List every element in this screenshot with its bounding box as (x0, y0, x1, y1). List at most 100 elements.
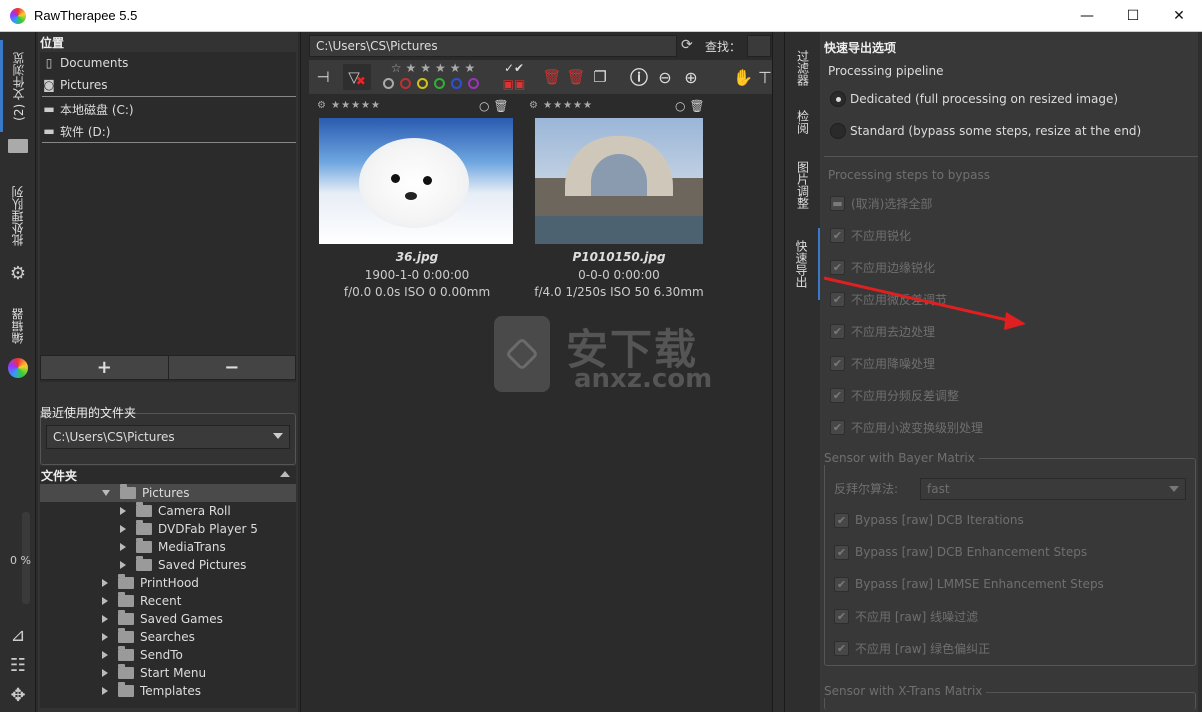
send-to-editor-icon[interactable]: ⊿ (6, 624, 30, 646)
bayer-checkbox[interactable]: ✔ 不应用 [raw] 绿色偏纠正 (834, 638, 990, 658)
tab-file-browser[interactable]: (2) 文件浏览 (0, 40, 34, 132)
bypass-label: Processing steps to bypass (828, 168, 990, 182)
toggle-panel-icon[interactable]: ⊣ (311, 64, 335, 90)
crop-icon[interactable]: ⊤ (757, 64, 773, 90)
folder-icon (136, 556, 152, 571)
bayer-checkbox[interactable]: ✔ Bypass [raw] DCB Iterations (834, 510, 1024, 530)
folders-header[interactable]: 文件夹 (40, 466, 296, 484)
tree-item[interactable]: Start Menu (40, 664, 296, 682)
places-item-drive-c[interactable]: ▬ 本地磁盘 (C:) (42, 98, 133, 120)
tree-item-pictures[interactable]: Pictures (40, 484, 296, 502)
tab-batch-queue[interactable]: 批处理队列 (0, 172, 34, 260)
places-add-remove-bar: + − (40, 355, 296, 380)
pipeline-option-standard[interactable]: Standard (bypass some steps, resize at t… (830, 121, 1141, 141)
color-label-green-icon[interactable] (434, 78, 445, 89)
color-label-yellow-icon[interactable] (417, 78, 428, 89)
bayer-checkbox[interactable]: ✔ 不应用 [raw] 线噪过滤 (834, 606, 978, 626)
bypass-checkbox[interactable]: ✔ 不应用小波变换级别处理 (830, 417, 983, 437)
bypass-checkbox[interactable]: ✔ 不应用降噪处理 (830, 353, 935, 373)
maximize-button[interactable]: ☐ (1110, 0, 1156, 32)
hand-icon[interactable]: ✋ (731, 64, 755, 90)
tab-editor[interactable]: 编辑器 (0, 296, 34, 356)
tree-item[interactable]: SendTo (40, 646, 296, 664)
rank-stars-icon[interactable]: ⚙ ★★★★★ (317, 100, 381, 111)
tab-filter-label: 过滤器 (795, 50, 810, 86)
expander-icon (102, 579, 108, 587)
exported-filter-icon[interactable]: ▣▣ (497, 76, 531, 92)
expander-icon (120, 543, 126, 551)
tab-image-adjust[interactable]: 图片调整 (785, 150, 821, 220)
unrank-icon[interactable]: ○ (479, 99, 489, 113)
sliders-icon[interactable]: ☷ (6, 654, 30, 676)
places-item-pictures[interactable]: ◙ Pictures (42, 74, 107, 96)
recent-folders-select[interactable]: C:\Users\CS\Pictures (46, 425, 290, 449)
color-label-purple-icon[interactable] (468, 78, 479, 89)
rank-stars-icon[interactable]: ⚙ ★★★★★ (529, 100, 593, 111)
tree-item-label: Pictures (142, 486, 190, 500)
unrank-icon[interactable]: ○ (675, 99, 685, 113)
filter-clear-icon[interactable]: ▽ ✖ (343, 64, 371, 90)
copy-icon[interactable]: ❐ (589, 64, 611, 90)
demosaic-select[interactable]: fast (920, 478, 1186, 500)
tree-item[interactable]: DVDFab Player 5 (40, 520, 296, 538)
trash-remove-icon[interactable]: 🗑 (565, 64, 587, 90)
places-item-documents[interactable]: ▯ Documents (42, 52, 129, 74)
tree-item-label: Recent (140, 594, 182, 608)
minimize-button[interactable]: — (1064, 0, 1110, 32)
tree-item[interactable]: MediaTrans (40, 538, 296, 556)
thumbnail-item[interactable]: ⚙ ★★★★★ ○ 🗑 36.jpg 1900-1-0 0:00:00 f/0.… (317, 99, 517, 300)
folder-tree: Pictures Camera Roll DVDFab Player 5 Med… (40, 484, 296, 708)
rank-filter-stars-icon[interactable]: ☆★★★★★ (379, 60, 491, 76)
tree-item[interactable]: Camera Roll (40, 502, 296, 520)
remove-place-button[interactable]: − (167, 356, 296, 379)
edited-filter-icon[interactable]: ✓✔ (497, 60, 531, 76)
tree-item[interactable]: PrintHood (40, 574, 296, 592)
tab-quick-export-label: 快速导出 (794, 240, 808, 288)
zoom-out-icon[interactable]: ⊖ (653, 64, 677, 90)
radio-icon (830, 123, 846, 139)
watermark-bag-icon (494, 316, 550, 392)
tree-item[interactable]: Saved Pictures (40, 556, 296, 574)
move-icon[interactable]: ✥ (6, 684, 30, 706)
color-label-none-icon[interactable] (383, 78, 394, 89)
thumbnail-image (319, 118, 513, 244)
tab-inspect-label: 检阅 (795, 110, 810, 134)
places-item-label: 软件 (D:) (60, 124, 111, 139)
zoom-in-icon[interactable]: ⊕ (679, 64, 703, 90)
path-input[interactable]: C:\Users\CS\Pictures (309, 35, 677, 57)
add-place-button[interactable]: + (41, 356, 168, 379)
recent-folders-value: C:\Users\CS\Pictures (53, 430, 175, 444)
checkbox-checked-icon: ✔ (834, 576, 849, 592)
bypass-checkbox[interactable]: ✔ 不应用锐化 (830, 225, 911, 245)
refresh-icon[interactable]: ⟳ (681, 37, 693, 53)
folder-icon (136, 538, 152, 553)
info-icon[interactable]: ⓘ (627, 64, 651, 90)
bypass-checkbox[interactable]: ✔ 不应用分频反差调整 (830, 385, 959, 405)
thumbnail-item[interactable]: ⚙ ★★★★★ ○ 🗑 P1010150.jpg 0-0-0 0:00:00 f… (529, 99, 709, 300)
find-input[interactable] (747, 35, 771, 57)
tab-quick-export[interactable]: 快速导出 (785, 228, 821, 300)
tree-item[interactable]: Saved Games (40, 610, 296, 628)
close-button[interactable]: ✕ (1156, 0, 1202, 32)
panel-scrollbar[interactable] (1198, 32, 1202, 712)
color-label-red-icon[interactable] (400, 78, 411, 89)
tree-item[interactable]: Recent (40, 592, 296, 610)
bayer-checkbox[interactable]: ✔ Bypass [raw] LMMSE Enhancement Steps (834, 574, 1104, 594)
tree-item[interactable]: Templates (40, 682, 296, 700)
bayer-checkbox[interactable]: ✔ Bypass [raw] DCB Enhancement Steps (834, 542, 1087, 562)
trash-icon[interactable]: 🗑 (493, 99, 508, 113)
expander-icon (120, 507, 126, 515)
pipeline-option-dedicated[interactable]: Dedicated (full processing on resized im… (830, 89, 1118, 109)
places-header: 位置 (40, 36, 65, 50)
tab-inspect[interactable]: 检阅 (785, 102, 821, 142)
color-label-blue-icon[interactable] (451, 78, 462, 89)
places-item-drive-d[interactable]: ▬ 软件 (D:) (42, 120, 110, 142)
tree-item[interactable]: Searches (40, 628, 296, 646)
tab-filter[interactable]: 过滤器 (785, 42, 821, 94)
trash-icon[interactable]: 🗑 (689, 99, 704, 113)
browser-scrollbar[interactable] (772, 32, 784, 712)
trash-filter-icon[interactable]: 🗑 (541, 64, 563, 90)
checkbox-checked-icon: ✔ (834, 608, 849, 624)
select-all-checkbox[interactable]: ▬ (取消)选择全部 (830, 193, 932, 213)
thumbnail-filename: 36.jpg (395, 250, 439, 264)
